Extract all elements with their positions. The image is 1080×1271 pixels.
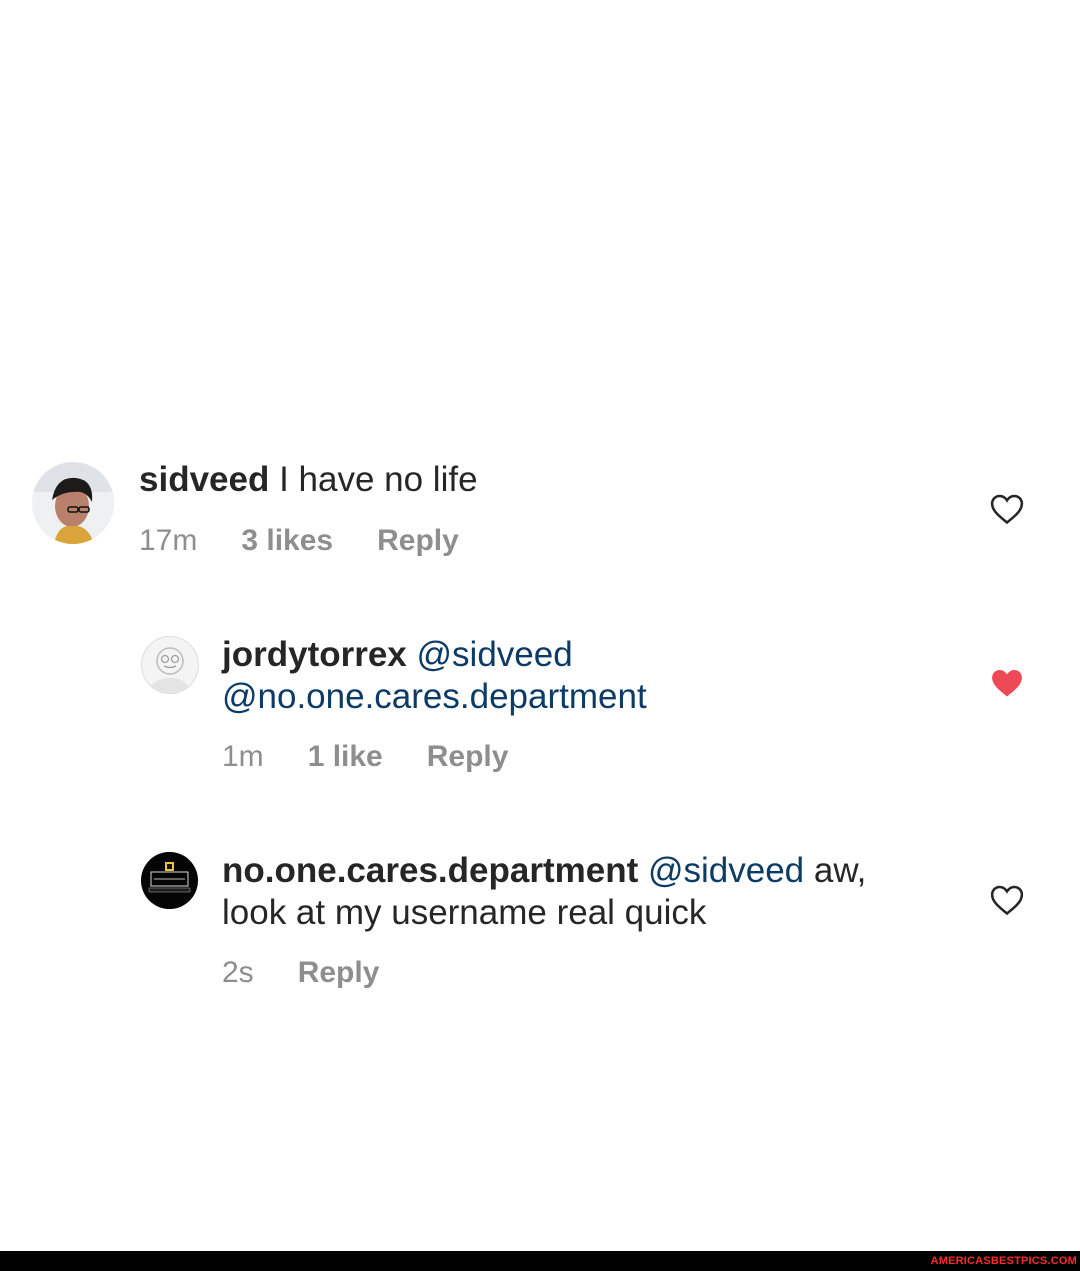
avatar-no-one-cares-department[interactable] <box>141 852 198 909</box>
heart-outline-icon[interactable] <box>990 884 1024 916</box>
comment-time: 1m <box>222 740 264 773</box>
reply-button[interactable]: Reply <box>377 523 459 559</box>
comment-meta: 1m 1 like Reply <box>222 739 508 775</box>
comment-body: jordytorrex @sidveed @no.one.cares.depar… <box>222 634 647 718</box>
reply-button[interactable]: Reply <box>427 739 509 775</box>
mention-link[interactable]: @sidveed <box>648 851 804 890</box>
likes-count[interactable]: 1 like <box>308 739 383 775</box>
comment-time: 2s <box>222 956 254 989</box>
comment-meta: 17m 3 likes Reply <box>139 523 459 559</box>
comment-text: look at my username real quick <box>222 893 707 932</box>
heart-filled-icon[interactable] <box>990 667 1024 699</box>
comment-text: I have no life <box>269 460 478 499</box>
department-badge-icon <box>141 852 198 909</box>
comment-time: 17m <box>139 524 198 557</box>
avatar-jordytorrex[interactable] <box>141 636 199 694</box>
comment-body: sidveed I have no life <box>139 459 478 501</box>
reply-button[interactable]: Reply <box>298 955 380 991</box>
mention-link[interactable]: @no.one.cares.department <box>222 677 647 716</box>
comment-text: aw, <box>804 851 867 890</box>
comment-username[interactable]: jordytorrex <box>222 635 407 674</box>
comment-username[interactable]: no.one.cares.department <box>222 851 638 890</box>
watermark-text: AMERICASBESTPICS.COM <box>930 1255 1077 1267</box>
comment-username[interactable]: sidveed <box>139 460 269 499</box>
watermark-bar: AMERICASBESTPICS.COM <box>0 1251 1080 1271</box>
avatar-face-icon <box>142 637 198 693</box>
comment-body: no.one.cares.department @sidveed aw, loo… <box>222 850 866 934</box>
avatar-photo-icon <box>32 462 114 544</box>
avatar-sidveed[interactable] <box>32 462 114 544</box>
likes-count[interactable]: 3 likes <box>241 523 333 559</box>
mention-link[interactable]: @sidveed <box>417 635 573 674</box>
heart-outline-icon[interactable] <box>990 493 1024 525</box>
comment-meta: 2s Reply <box>222 955 379 991</box>
